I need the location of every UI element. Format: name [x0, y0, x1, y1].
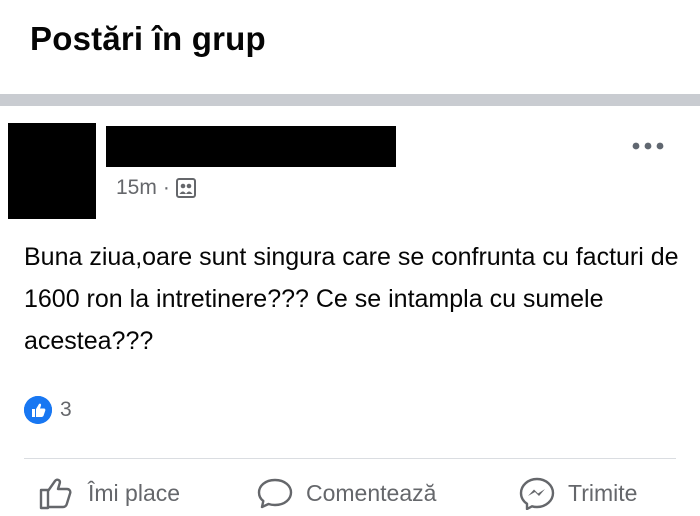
reaction-count: 3: [60, 398, 72, 421]
author-avatar[interactable]: [8, 123, 96, 219]
group-privacy-icon: [175, 178, 196, 198]
comment-label: Comentează: [306, 479, 437, 506]
author-name-redacted[interactable]: [106, 126, 396, 167]
group-post: 15m · Buna ziua,oare sunt singura care s…: [0, 106, 700, 510]
thumbs-up-icon: [39, 478, 72, 510]
comment-button[interactable]: Comentează: [256, 476, 436, 510]
actions-divider: [24, 458, 676, 459]
like-label: Îmi place: [88, 479, 181, 506]
post-actions-bar: Îmi place Comentează Trimite: [0, 476, 700, 516]
post-body-text: Buna ziua,oare sunt singura care se conf…: [24, 243, 679, 355]
share-button[interactable]: Trimite: [518, 476, 637, 510]
comment-icon: [257, 478, 293, 509]
like-button[interactable]: Îmi place: [38, 476, 180, 510]
section-divider: [0, 94, 700, 106]
page-header: Postări în grup: [0, 0, 700, 94]
reactions-summary[interactable]: 3: [24, 396, 72, 424]
like-reaction-icon: [24, 396, 52, 424]
share-label: Trimite: [568, 479, 638, 506]
more-options-icon[interactable]: [630, 136, 666, 156]
meta-separator: ·: [162, 176, 170, 199]
post-time[interactable]: 15m: [116, 176, 157, 200]
messenger-icon: [519, 477, 555, 510]
page-title: Postări în grup: [30, 20, 266, 57]
post-meta: 15m ·: [116, 176, 196, 200]
